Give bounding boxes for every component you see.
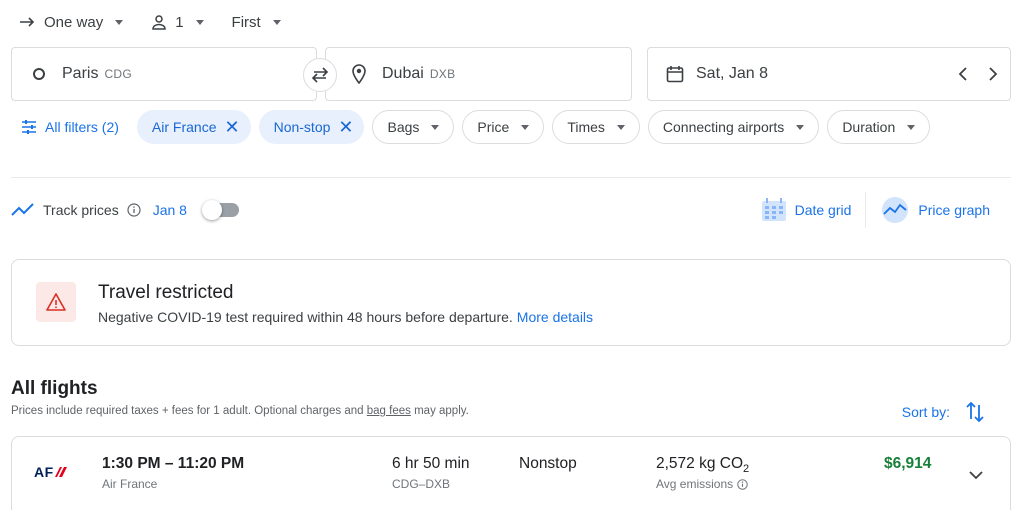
filter-times[interactable]: Times	[552, 110, 640, 144]
flight-emissions: Avg emissions	[656, 477, 748, 491]
swap-arrows-icon	[310, 67, 330, 83]
airline-logo-text: AF	[34, 464, 54, 480]
origin-code: CDG	[104, 67, 133, 81]
swap-button[interactable]	[303, 58, 337, 92]
chip-label: Duration	[842, 119, 896, 135]
date-grid-label: Date grid	[794, 202, 852, 218]
warning-icon	[36, 282, 76, 322]
track-prices-label: Track prices	[43, 202, 119, 218]
caret-down-icon	[521, 124, 530, 130]
info-icon[interactable]	[127, 203, 141, 217]
price-graph-icon	[880, 196, 910, 224]
chip-label: Air France	[151, 119, 217, 135]
filter-sliders-icon	[21, 120, 37, 134]
person-icon	[151, 14, 167, 30]
toggle-knob	[201, 200, 222, 220]
flight-result-row[interactable]: AF 1:30 PM – 11:20 PM Air France 6 hr 50…	[11, 436, 1011, 510]
filter-chip-airline[interactable]: Air France ✕	[136, 110, 251, 144]
destination-city: Dubai	[382, 65, 424, 82]
track-date[interactable]: Jan 8	[153, 202, 187, 218]
departure-date-field[interactable]: Sat, Jan 8	[647, 47, 1011, 101]
more-details-link[interactable]: More details	[517, 309, 593, 325]
flight-stops: Nonstop	[519, 455, 577, 472]
flight-price: $6,914	[884, 455, 932, 472]
destination-field[interactable]: Dubai DXB	[325, 47, 632, 101]
cabin-class-label: First	[231, 13, 261, 31]
caret-down-icon	[272, 19, 281, 25]
alert-title: Travel restricted	[98, 282, 234, 303]
location-pin-icon	[352, 64, 366, 84]
chip-label: Non-stop	[273, 119, 331, 135]
flight-co2: 2,572 kg CO2	[656, 455, 749, 475]
origin-field[interactable]: Paris CDG	[11, 47, 317, 101]
chevron-down-icon[interactable]	[964, 463, 988, 487]
flight-route: CDG–DXB	[392, 477, 451, 491]
info-icon[interactable]	[737, 478, 748, 490]
track-prices: Track prices Jan 8	[11, 198, 239, 222]
emissions-label: Avg emissions	[656, 477, 734, 491]
caret-down-icon	[195, 19, 204, 25]
date-grid-button[interactable]: Date grid	[747, 198, 866, 222]
departure-date: Sat, Jan 8	[696, 65, 769, 82]
close-icon[interactable]: ✕	[224, 118, 239, 136]
filter-chip-stops[interactable]: Non-stop ✕	[258, 110, 365, 144]
caret-down-icon	[796, 124, 805, 130]
arrow-right-icon	[20, 16, 36, 28]
date-grid-icon	[761, 198, 787, 222]
bag-fees-link[interactable]: bag fees	[367, 405, 411, 417]
airline-logo: AF	[34, 464, 69, 480]
co2-subscript: 2	[743, 463, 750, 476]
co2-value: 2,572 kg CO	[656, 455, 744, 472]
origin-circle-icon	[32, 67, 46, 81]
all-filters-button[interactable]: All filters (2)	[11, 110, 129, 144]
passengers-select[interactable]: 1	[151, 13, 204, 31]
chip-label: Times	[567, 119, 605, 135]
filter-bar: All filters (2) Air France ✕ Non-stop ✕ …	[11, 110, 931, 144]
caret-down-icon	[431, 124, 440, 130]
filter-duration[interactable]: Duration	[827, 110, 931, 144]
filter-price[interactable]: Price	[462, 110, 545, 144]
price-graph-label: Price graph	[918, 202, 990, 218]
cabin-class-select[interactable]: First	[232, 14, 281, 31]
sort-by-button[interactable]: Sort by:	[902, 402, 984, 422]
chip-label: Bags	[387, 119, 420, 135]
divider	[11, 177, 1011, 178]
chevron-left-icon[interactable]	[958, 67, 968, 81]
sort-arrows-icon	[966, 402, 984, 422]
passengers-count: 1	[175, 13, 184, 31]
caret-down-icon	[616, 124, 625, 130]
subtitle-text: Prices include required taxes + fees for…	[11, 405, 364, 417]
filter-connecting-airports[interactable]: Connecting airports	[647, 110, 820, 144]
caret-down-icon	[907, 124, 916, 130]
track-prices-toggle[interactable]	[201, 200, 239, 220]
flight-duration: 6 hr 50 min	[392, 455, 470, 472]
price-graph-button[interactable]: Price graph	[866, 196, 1004, 224]
trip-type-select[interactable]: One way	[20, 13, 124, 31]
trip-type-label: One way	[44, 13, 104, 31]
view-tools: Date grid Price graph	[747, 192, 1004, 228]
travel-restriction-card: Travel restricted Negative COVID-19 test…	[11, 259, 1011, 346]
trip-options-bar: One way 1 First	[20, 10, 281, 34]
close-icon[interactable]: ✕	[338, 118, 353, 136]
section-subtitle: Prices include required taxes + fees for…	[11, 405, 469, 417]
sort-by-label: Sort by:	[901, 404, 950, 420]
alert-body: Negative COVID-19 test required within 4…	[98, 309, 593, 325]
flight-times: 1:30 PM – 11:20 PM	[102, 455, 245, 472]
filter-bags[interactable]: Bags	[372, 110, 455, 144]
chip-label: Price	[477, 119, 510, 135]
calendar-icon	[666, 65, 684, 83]
section-title: All flights	[11, 378, 98, 399]
flight-airline: Air France	[102, 477, 158, 491]
destination-code: DXB	[429, 67, 456, 81]
all-filters-label: All filters (2)	[45, 119, 119, 135]
alert-text: Negative COVID-19 test required within 4…	[98, 309, 513, 325]
date-navigation	[958, 67, 1010, 81]
chevron-right-icon[interactable]	[988, 67, 998, 81]
airline-logo-mark-icon	[54, 466, 69, 478]
subtitle-text-end: may apply.	[414, 405, 469, 417]
chip-label: Connecting airports	[662, 119, 785, 135]
caret-down-icon	[115, 19, 124, 25]
origin-city: Paris	[62, 65, 99, 82]
trend-line-icon	[11, 203, 35, 217]
